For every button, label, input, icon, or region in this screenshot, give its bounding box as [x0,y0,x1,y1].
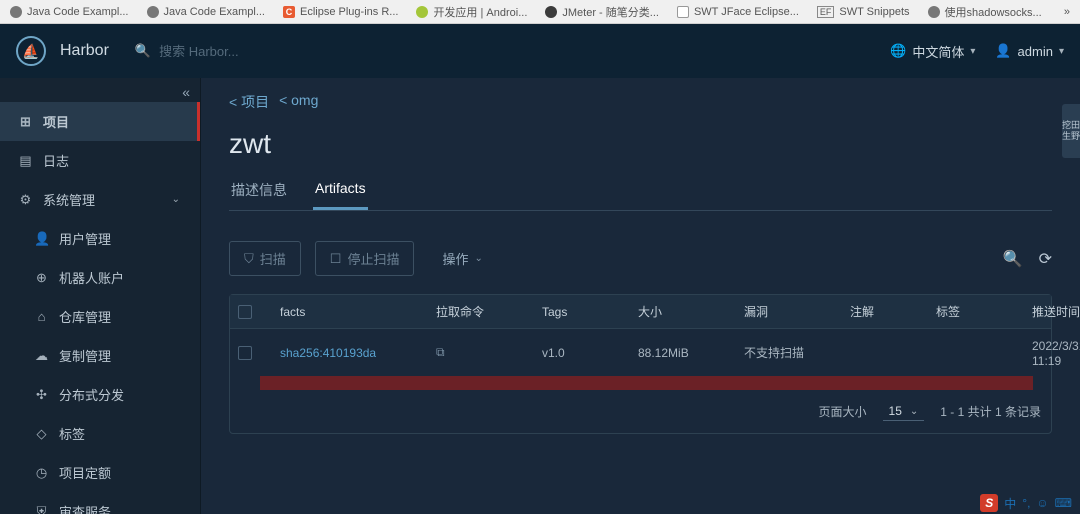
sidebar-item-distribution[interactable]: ✣分布式分发 [0,375,200,414]
browser-tab[interactable]: Java Code Exampl... [147,6,266,18]
chevron-down-icon: ⌄ [474,253,482,264]
browser-tab[interactable]: CEclipse Plug-ins R... [283,6,398,18]
search-icon[interactable]: 🔍 [1003,249,1023,269]
repo-tabs: 描述信息 Artifacts [229,170,1052,211]
cloud-icon: ☁ [34,348,49,364]
cell-tag: v1.0 [542,346,632,360]
shield-icon: ⛉ [244,251,254,267]
column-header[interactable]: 标签 [936,303,1026,320]
cell-size: 88.12MiB [638,346,738,360]
browser-tab-strip: Java Code Exampl... Java Code Exampl... … [0,0,1080,24]
globe-icon: 🌐 [890,43,906,59]
chevron-down-icon: ▾ [1059,46,1064,57]
sidebar: « ⊞项目 ▤日志 ⚙系统管理 ⌄ 👤用户管理 ⊕机器人账户 ⌂仓库管理 ☁复制… [0,78,200,514]
table-footer: 页面大小 15⌄ 1 - 1 共计 1 条记录 [230,390,1051,433]
sidebar-item-interrogation[interactable]: ⛨审查服务 [0,492,200,514]
search-icon: 🔍 [135,43,151,59]
ime-emoji-icon[interactable]: ☺ [1036,496,1048,510]
ime-punct-icon[interactable]: °, [1022,496,1030,510]
ime-keyboard-icon[interactable]: ⌨ [1055,496,1072,510]
grid-icon: ⊞ [18,114,33,130]
row-highlight-bar [260,376,1033,390]
gear-icon: ⚙ [18,192,33,208]
browser-tab[interactable]: JMeter - 随笔分类... [545,4,659,20]
row-checkbox[interactable] [238,346,252,360]
global-search[interactable]: 🔍 [135,43,876,59]
browser-tab[interactable]: 使用shadowsocks... [928,4,1042,20]
page-title: zwt [229,128,1052,160]
ime-lang-icon[interactable]: 中 [1004,495,1016,512]
column-header[interactable]: 注解 [850,303,930,320]
page-size-label: 页面大小 [819,403,867,420]
language-switcher[interactable]: 🌐 中文简体 ▾ [890,42,975,61]
stop-scan-button[interactable]: ☐停止扫描 [315,241,415,276]
breadcrumb: < 项目 < omg [229,92,1052,112]
browser-tab[interactable]: Java Code Exampl... [10,6,129,18]
side-gadget[interactable]: 挖田生野 [1062,104,1080,158]
tab-artifacts[interactable]: Artifacts [313,170,368,210]
column-header[interactable]: 大小 [638,303,738,320]
select-all-checkbox[interactable] [238,305,252,319]
sidebar-item-labels[interactable]: ◇标签 [0,414,200,453]
refresh-icon[interactable]: ⟳ [1039,249,1052,269]
browser-tab[interactable]: EFSWT Snippets [817,6,910,18]
artifact-digest-link[interactable]: sha256:410193da [280,346,430,360]
column-header[interactable]: Tags [542,305,632,319]
user-menu[interactable]: 👤 admin ▾ [995,43,1064,59]
collapse-sidebar-icon[interactable]: « [182,84,190,100]
cell-push-time: 2022/3/31 上午11:19 [1032,337,1080,368]
sidebar-item-replication[interactable]: ☁复制管理 [0,336,200,375]
scan-button[interactable]: ⛉扫描 [229,241,301,276]
sidebar-item-users[interactable]: 👤用户管理 [0,219,200,258]
table-row[interactable]: sha256:410193da ⧉ v1.0 88.12MiB 不支持扫描 20… [230,329,1051,376]
chevron-down-icon: ▾ [970,46,975,57]
main-content: 挖田生野 < 项目 < omg zwt 描述信息 Artifacts ⛉扫描 ☐… [200,78,1080,514]
copy-pull-command-icon[interactable]: ⧉ [436,345,536,360]
column-header[interactable]: facts [280,305,430,319]
breadcrumb-link[interactable]: < 项目 [229,92,269,112]
browser-tab[interactable]: SWT JFace Eclipse... [677,6,799,18]
clock-icon: ◷ [34,465,49,481]
log-icon: ▤ [18,153,33,169]
artifacts-table: facts 拉取命令 Tags 大小 漏洞 注解 标签 推送时间 拉取时间 sh… [229,294,1052,434]
sidebar-item-robots[interactable]: ⊕机器人账户 [0,258,200,297]
users-icon: 👤 [34,231,49,247]
column-header[interactable]: 拉取命令 [436,303,536,320]
tab-overflow-icon[interactable]: » [1064,6,1070,18]
sidebar-item-quotas[interactable]: ◷项目定额 [0,453,200,492]
column-header[interactable]: 漏洞 [744,303,844,320]
system-tray: S 中 °, ☺ ⌨ [980,494,1072,512]
cell-vulnerability: 不支持扫描 [744,344,844,361]
user-icon: 👤 [995,43,1011,59]
column-header[interactable]: 推送时间 [1032,303,1080,320]
chevron-down-icon: ⌄ [172,194,180,205]
chevron-down-icon: ⌄ [910,406,918,417]
tag-icon: ◇ [34,426,49,442]
app-name: Harbor [60,42,109,60]
operate-dropdown[interactable]: 操作⌄ [428,242,496,275]
sidebar-item-registries[interactable]: ⌂仓库管理 [0,297,200,336]
tab-info[interactable]: 描述信息 [229,170,289,210]
shield-icon: ⛨ [34,504,49,514]
pagination-summary: 1 - 1 共计 1 条记录 [940,403,1041,420]
app-header: ⛵ Harbor 🔍 🌐 中文简体 ▾ 👤 admin ▾ [0,24,1080,78]
house-icon: ⌂ [34,309,49,324]
sidebar-item-projects[interactable]: ⊞项目 [0,102,200,141]
search-input[interactable] [159,44,359,59]
breadcrumb-link[interactable]: < omg [279,92,318,112]
sidebar-item-logs[interactable]: ▤日志 [0,141,200,180]
stop-icon: ☐ [330,251,342,267]
robot-icon: ⊕ [34,270,49,286]
browser-tab[interactable]: 开发应用 | Androi... [416,4,527,20]
harbor-logo-icon: ⛵ [16,36,46,66]
share-icon: ✣ [34,387,49,403]
ime-icon[interactable]: S [980,494,998,512]
page-size-selector[interactable]: 15⌄ [883,402,925,421]
sidebar-item-administration[interactable]: ⚙系统管理 ⌄ [0,180,200,219]
